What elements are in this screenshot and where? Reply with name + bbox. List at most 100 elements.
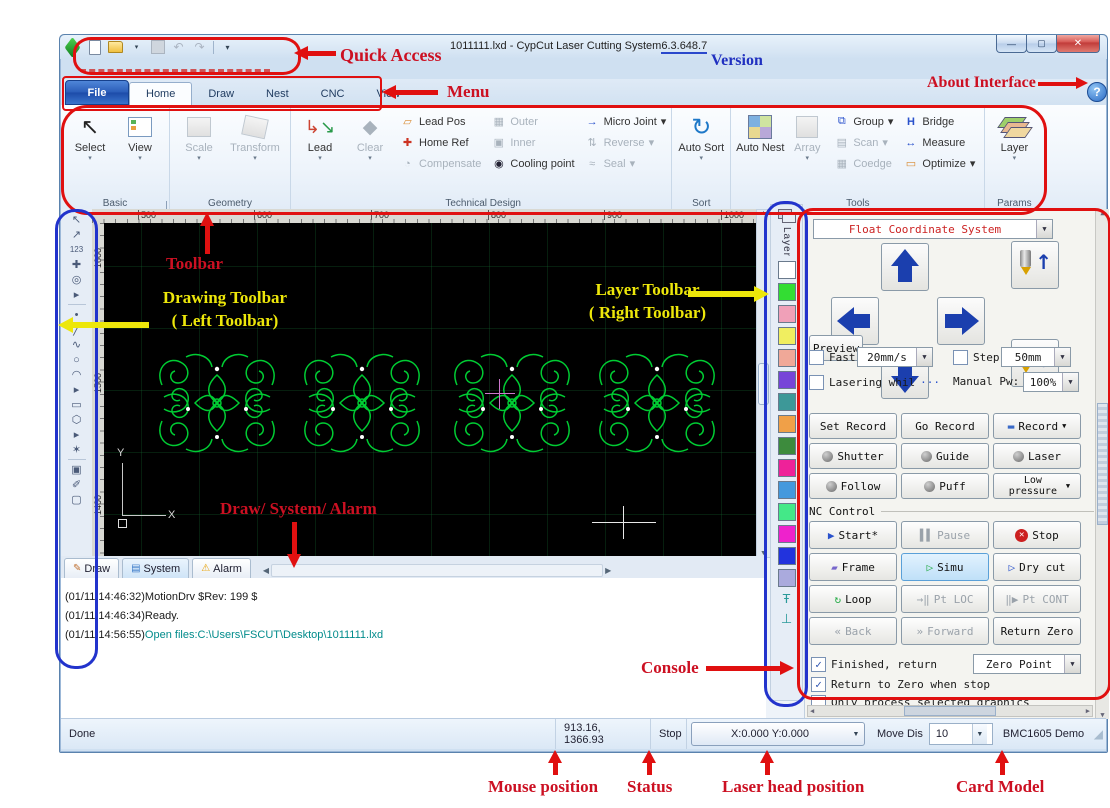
- flyout-arrow-icon[interactable]: ▸: [66, 427, 88, 442]
- dry-cut-button[interactable]: ▷Dry cut: [993, 553, 1081, 581]
- layer-color-swatch[interactable]: [778, 481, 796, 499]
- layer-button[interactable]: Layer▾: [989, 109, 1039, 197]
- maximize-button[interactable]: ▢: [1026, 35, 1057, 53]
- step-distance-select[interactable]: 50mm▼: [1001, 347, 1071, 367]
- layer-color-swatch[interactable]: [778, 459, 796, 477]
- new-file-icon[interactable]: [87, 40, 102, 55]
- seal-button[interactable]: ≈Seal▾: [580, 153, 672, 174]
- go-record-button[interactable]: Go Record: [901, 413, 989, 439]
- fly-cut-horizontal-icon[interactable]: Ŧ: [783, 591, 791, 611]
- micro-joint-button[interactable]: →Micro Joint▾: [580, 111, 672, 132]
- return-zero-button[interactable]: Return Zero: [993, 617, 1081, 645]
- flyout-arrow-icon[interactable]: ▸: [66, 382, 88, 397]
- layer-color-swatch[interactable]: [778, 371, 796, 389]
- layers-icon[interactable]: [778, 209, 796, 223]
- outer-button[interactable]: ▦Outer: [486, 111, 579, 132]
- start-button[interactable]: ▶Start*: [809, 521, 897, 549]
- save-icon[interactable]: [150, 40, 165, 55]
- resize-grip[interactable]: ◢: [1094, 727, 1106, 741]
- record-button[interactable]: ▬Record▼: [993, 413, 1081, 439]
- loop-button[interactable]: ↻Loop: [809, 585, 897, 613]
- close-button[interactable]: ✕: [1056, 35, 1100, 53]
- layer-color-swatch[interactable]: [778, 283, 796, 301]
- flyout-arrow-icon[interactable]: ▸: [66, 287, 88, 302]
- point-tool-icon[interactable]: •: [66, 307, 88, 322]
- array-button[interactable]: Array▾: [785, 109, 829, 197]
- move-dis-input[interactable]: 10▼: [929, 723, 993, 745]
- layer-color-swatch[interactable]: [778, 327, 796, 345]
- transform-button[interactable]: Transform▾: [224, 109, 286, 197]
- arc-tool-icon[interactable]: ◠: [66, 367, 88, 382]
- canvas-vertical-scrollbar[interactable]: ▲▼: [756, 209, 771, 558]
- layer-color-swatch[interactable]: [778, 525, 796, 543]
- zoom-tool-icon[interactable]: ◎: [66, 272, 88, 287]
- lasering-checkbox-row[interactable]: ✓ Lasering whil···: [809, 375, 940, 390]
- polygon-tool-icon[interactable]: ⬡: [66, 412, 88, 427]
- rectangle-tool-icon[interactable]: ▭: [66, 397, 88, 412]
- pause-button[interactable]: ▌▌Pause: [901, 521, 989, 549]
- jog-right-button[interactable]: [937, 297, 985, 345]
- layer-color-swatch[interactable]: [778, 503, 796, 521]
- open-dropdown-icon[interactable]: ▾: [129, 40, 144, 55]
- tab-system-log[interactable]: ▤System: [122, 558, 189, 578]
- tab-view[interactable]: View: [360, 83, 416, 105]
- fast-checkbox-row[interactable]: ✓ Fast: [809, 350, 856, 365]
- cooling-point-button[interactable]: ◉Cooling point: [486, 153, 579, 174]
- layer-color-swatch[interactable]: [778, 547, 796, 565]
- inner-button[interactable]: ▣Inner: [486, 132, 579, 153]
- layer-color-swatch[interactable]: [778, 569, 796, 587]
- nozzle-up-button[interactable]: ↑: [1011, 241, 1059, 289]
- rounded-rect-tool-icon[interactable]: ▢: [66, 492, 88, 507]
- tab-cnc[interactable]: CNC: [305, 83, 361, 105]
- auto-nest-button[interactable]: Auto Nest: [735, 109, 785, 197]
- forward-button[interactable]: »Forward: [901, 617, 989, 645]
- coordinate-system-select[interactable]: Float Coordinate System▼: [813, 219, 1053, 239]
- simu-button[interactable]: ▷Simu: [901, 553, 989, 581]
- view-button[interactable]: View▾: [115, 109, 165, 197]
- layer-color-swatch[interactable]: [778, 349, 796, 367]
- pan-tool-icon[interactable]: ✚: [66, 257, 88, 272]
- console-log[interactable]: (01/11 14:46:32)MotionDrv $Rev: 199 $(01…: [61, 578, 766, 719]
- compensate-button[interactable]: ◔Compensate: [395, 153, 486, 174]
- jog-up-button[interactable]: [881, 243, 929, 291]
- home-ref-button[interactable]: ✚Home Ref: [395, 132, 486, 153]
- coedge-button[interactable]: ▦Coedge: [829, 153, 898, 174]
- layer-color-swatch[interactable]: [778, 393, 796, 411]
- layer-color-swatch[interactable]: [778, 437, 796, 455]
- guide-toggle[interactable]: Guide: [901, 443, 989, 469]
- tab-draw-view[interactable]: ✎Draw: [64, 558, 119, 578]
- group-button[interactable]: ⧉Group▾: [829, 111, 898, 132]
- shutter-toggle[interactable]: Shutter: [809, 443, 897, 469]
- set-record-button[interactable]: Set Record: [809, 413, 897, 439]
- numbering-tool-icon[interactable]: 123: [66, 242, 88, 257]
- undo-icon[interactable]: ↶: [171, 40, 186, 55]
- redo-icon[interactable]: ↷: [192, 40, 207, 55]
- step-checkbox-row[interactable]: ✓ Step: [953, 350, 1000, 365]
- circle-tool-icon[interactable]: ○: [66, 352, 88, 367]
- scan-button[interactable]: ▤Scan▾: [829, 132, 898, 153]
- star-tool-icon[interactable]: ✶: [66, 442, 88, 457]
- follow-toggle[interactable]: Follow: [809, 473, 897, 499]
- tab-nest[interactable]: Nest: [250, 83, 305, 105]
- stop-button[interactable]: ✕Stop: [993, 521, 1081, 549]
- puff-toggle[interactable]: Puff: [901, 473, 989, 499]
- scale-button[interactable]: Scale▾: [174, 109, 224, 197]
- panel-horizontal-scrollbar[interactable]: ◀▶: [807, 705, 1093, 717]
- frame-button[interactable]: ▰Frame: [809, 553, 897, 581]
- open-file-icon[interactable]: [108, 40, 123, 55]
- laser-toggle[interactable]: Laser: [993, 443, 1081, 469]
- lead-pos-button[interactable]: ▱Lead Pos: [395, 111, 486, 132]
- clear-button[interactable]: ◆ Clear▾: [345, 109, 395, 197]
- drawing-canvas[interactable]: Y X: [104, 223, 756, 556]
- minimize-button[interactable]: —: [996, 35, 1027, 53]
- tab-draw[interactable]: Draw: [192, 83, 250, 105]
- measure-button[interactable]: ↔Measure: [898, 132, 980, 153]
- pt-loc-button[interactable]: →‖Pt LOC: [901, 585, 989, 613]
- reverse-button[interactable]: ⇅Reverse▾: [580, 132, 672, 153]
- qat-overflow-icon[interactable]: ▾: [220, 40, 235, 55]
- finished-return-row[interactable]: ✓ Finished, return: [811, 657, 937, 672]
- lead-button[interactable]: ↳↘ Lead▾: [295, 109, 345, 197]
- optimize-button[interactable]: ▭Optimize▾: [898, 153, 980, 174]
- file-menu-button[interactable]: File: [65, 80, 129, 105]
- fly-cut-vertical-icon[interactable]: ⊥: [781, 611, 792, 631]
